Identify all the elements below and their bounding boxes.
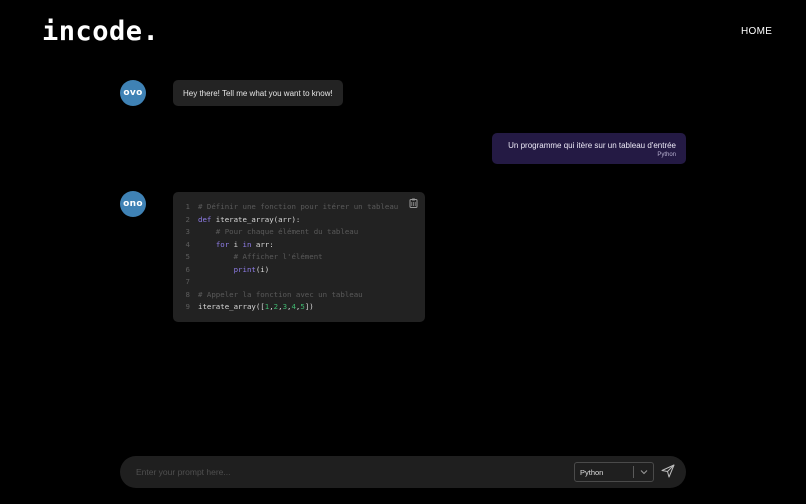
prompt-bar: Python xyxy=(120,456,686,488)
line-number: 4 xyxy=(185,239,190,249)
code-token: (i) xyxy=(255,264,270,274)
code-keyword: for xyxy=(215,239,230,249)
user-message-text: Un programme qui itère sur un tableau d'… xyxy=(508,141,676,150)
code-text: iterate_array([1,2,3,4,5]) xyxy=(198,301,314,314)
select-divider xyxy=(633,466,634,478)
code-comment: # Définir une fonction pour itérer un ta… xyxy=(198,202,399,211)
code-token: ]) xyxy=(304,302,314,311)
bot-avatar: ovo xyxy=(120,80,146,106)
line-number: 9 xyxy=(185,302,190,311)
user-message-language: Python xyxy=(657,152,676,158)
code-line: 7 xyxy=(173,276,425,289)
nav-home-link[interactable]: HOME xyxy=(741,26,772,37)
line-number: 1 xyxy=(185,202,190,211)
code-line: 4 for i in arr: xyxy=(173,239,425,252)
code-text: print(i) xyxy=(198,264,270,277)
chevron-down-icon xyxy=(640,470,648,475)
code-line: 6 print(i) xyxy=(173,264,425,277)
language-select-value: Python xyxy=(580,468,604,477)
code-line: 8 # Appeler la fonction avec un tableau xyxy=(173,289,425,302)
line-number: 7 xyxy=(185,277,190,286)
user-message-bubble: Un programme qui itère sur un tableau d'… xyxy=(492,133,686,164)
bot-message-bubble: Hey there! Tell me what you want to know… xyxy=(173,80,343,106)
code-comment: # Appeler la fonction avec un tableau xyxy=(198,289,363,299)
code-token: arr: xyxy=(251,239,274,249)
line-number: 5 xyxy=(185,252,190,261)
code-line: 5 # Afficher l'élément xyxy=(173,251,425,264)
code-token: iterate_array(arr): xyxy=(211,214,301,224)
code-text: # Pour chaque élément du tableau xyxy=(198,226,358,239)
code-line: 1 # Définir une fonction pour itérer un t… xyxy=(173,201,425,214)
bot-message-text: Hey there! Tell me what you want to know… xyxy=(183,88,333,98)
code-token: i xyxy=(229,239,243,249)
code-line: 2 def iterate_array(arr): xyxy=(173,214,425,227)
code-token: iterate_array([ xyxy=(198,302,265,311)
send-icon[interactable] xyxy=(661,464,675,478)
code-text: for i in arr: xyxy=(198,239,274,252)
code-text: # Appeler la fonction avec un tableau xyxy=(198,289,363,302)
prompt-input[interactable] xyxy=(136,464,556,480)
line-number: 2 xyxy=(185,214,190,224)
language-select[interactable]: Python xyxy=(574,462,654,482)
code-comment: # Afficher l'élément xyxy=(198,252,323,261)
code-text: # Afficher l'élément xyxy=(198,251,323,264)
code-comment: # Pour chaque élément du tableau xyxy=(198,227,359,236)
line-number: 8 xyxy=(185,289,190,299)
code-text: def iterate_array(arr): xyxy=(198,214,300,227)
code-line: 3 # Pour chaque élément du tableau xyxy=(173,226,425,239)
code-block: 1 # Définir une fonction pour itérer un t… xyxy=(173,192,425,322)
code-text: # Définir une fonction pour itérer un ta… xyxy=(198,201,398,214)
clipboard-icon[interactable] xyxy=(409,198,418,208)
app-logo: incode. xyxy=(42,16,160,47)
bot-avatar: ono xyxy=(120,191,146,217)
code-line: 9 iterate_array([1,2,3,4,5]) xyxy=(173,301,425,314)
code-keyword: def xyxy=(198,214,212,224)
line-number: 6 xyxy=(185,264,190,274)
line-number: 3 xyxy=(185,227,190,236)
code-keyword: print xyxy=(233,264,256,274)
